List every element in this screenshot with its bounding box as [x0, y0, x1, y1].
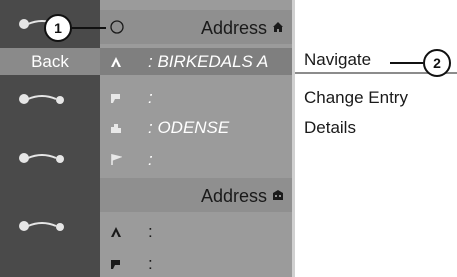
entry-value: : ODENSE [148, 118, 230, 137]
callout-2-leader [390, 62, 423, 64]
letter-a-icon [111, 57, 121, 67]
letter-a-icon [111, 227, 121, 237]
entry-value: : [148, 222, 153, 241]
destination-panel: Address : BIRKEDALS A : : ODENSE : Addre… [100, 0, 292, 277]
entry-street-2[interactable]: : [100, 250, 292, 277]
menu-item-change-entry[interactable]: Change Entry [304, 88, 408, 108]
street-icon [111, 94, 120, 103]
hook-icon [19, 221, 64, 231]
hook-icon [19, 94, 64, 104]
entry-value: : BIRKEDALS A [148, 52, 269, 71]
city-icon [111, 124, 121, 133]
context-menu: Navigate Change Entry Details [295, 0, 457, 277]
section-title: Address [200, 18, 267, 38]
back-button[interactable]: Back [0, 48, 100, 75]
entry-value: : [148, 88, 153, 107]
callout-2: 2 [423, 49, 451, 77]
navigation-screen: Back Address : BIRKEDALS A :: ODENSE: … [0, 0, 457, 277]
left-strip: Back [0, 0, 100, 277]
entry-name-2[interactable]: : [100, 218, 292, 245]
menu-item-navigate[interactable]: Navigate [304, 50, 371, 70]
compass-icon [110, 20, 124, 34]
street-icon [111, 260, 120, 269]
entry-name[interactable]: : BIRKEDALS A [100, 48, 292, 75]
menu-item-details[interactable]: Details [304, 118, 356, 138]
address-header-2: Address [100, 178, 292, 212]
callout-1-leader [72, 27, 106, 29]
address-header: Address [100, 10, 292, 44]
entry-value: : [148, 150, 153, 169]
entry-value: : [148, 254, 153, 273]
callout-1: 1 [44, 14, 72, 42]
home-icon [273, 22, 283, 32]
entry-city[interactable]: : ODENSE [100, 114, 292, 141]
hook-icon [19, 153, 64, 163]
entry-flag[interactable]: : [100, 146, 292, 173]
section-title: Address [200, 186, 267, 206]
building-icon [273, 190, 283, 200]
flag-icon [111, 154, 122, 165]
entry-street[interactable]: : [100, 84, 292, 111]
